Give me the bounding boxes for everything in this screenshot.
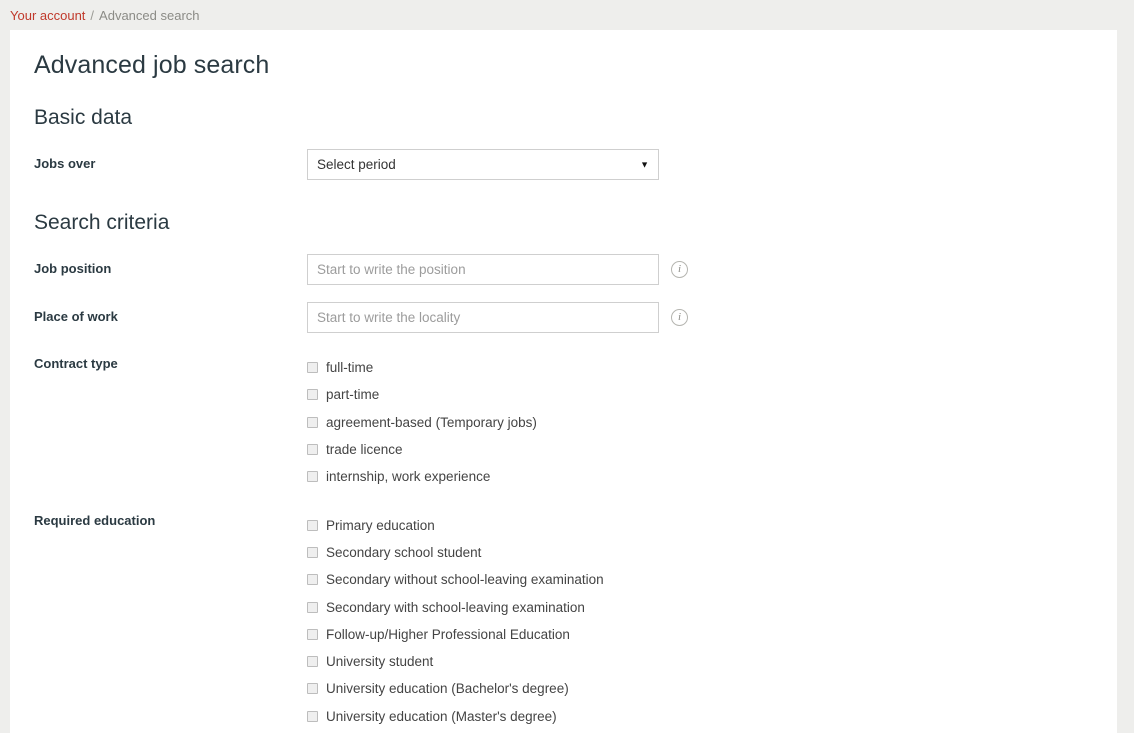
section-title-search-criteria: Search criteria [34, 211, 170, 234]
form-row-jobs-over: Jobs over Select period ▼ [34, 149, 1093, 180]
contract-type-option[interactable]: agreement-based (Temporary jobs) [307, 409, 537, 436]
label-required-education: Required education [34, 513, 156, 529]
page-title: Advanced job search [34, 51, 270, 79]
checkbox-icon[interactable] [307, 628, 318, 640]
checkbox-icon[interactable] [307, 444, 318, 456]
required-education-option[interactable]: Follow-up/Higher Professional Education [307, 621, 604, 648]
chevron-down-icon: ▼ [640, 159, 649, 169]
required-education-option-label: University education (Bachelor's degree) [326, 681, 569, 697]
control-job-position: i [307, 254, 688, 285]
required-education-option-label: Secondary without school-leaving examina… [326, 572, 604, 588]
job-position-input[interactable] [307, 254, 659, 285]
required-education-option-label: Follow-up/Higher Professional Education [326, 626, 570, 642]
contract-type-option-label: internship, work experience [326, 469, 491, 485]
required-education-option[interactable]: Primary education [307, 511, 604, 538]
required-education-option-label: Primary education [326, 517, 435, 533]
checkbox-icon[interactable] [307, 656, 318, 668]
checkbox-icon[interactable] [307, 546, 318, 558]
required-education-option[interactable]: University education (Bachelor's degree) [307, 675, 604, 702]
checkbox-icon[interactable] [307, 574, 318, 586]
breadcrumb-separator: / [90, 7, 95, 23]
breadcrumb-link-your-account[interactable]: Your account [10, 8, 85, 23]
required-education-option-label: University education (Master's degree) [326, 708, 557, 724]
required-education-option[interactable]: Secondary school student [307, 539, 604, 566]
checkbox-icon[interactable] [307, 519, 318, 531]
contract-type-option-label: trade licence [326, 442, 403, 458]
jobs-over-select-value: Select period [317, 157, 396, 172]
breadcrumb: Your account / Advanced search [0, 0, 1134, 30]
control-place-of-work: i [307, 302, 688, 333]
checkbox-icon[interactable] [307, 710, 318, 722]
checkbox-icon[interactable] [307, 471, 318, 483]
breadcrumb-current-page: Advanced search [99, 7, 200, 23]
checkbox-icon[interactable] [307, 362, 318, 374]
required-education-checkbox-group: Primary education Secondary school studen… [307, 511, 604, 733]
contract-type-option[interactable]: internship, work experience [307, 463, 537, 490]
checkbox-icon[interactable] [307, 416, 318, 428]
contract-type-option[interactable]: full-time [307, 354, 537, 381]
checkbox-icon[interactable] [307, 683, 318, 695]
required-education-option[interactable]: Secondary with school-leaving examinatio… [307, 593, 604, 620]
info-circle-icon-place-of-work[interactable]: i [671, 309, 688, 326]
form-row-place-of-work: Place of work i [34, 302, 1093, 333]
info-circle-icon-job-position[interactable]: i [671, 261, 688, 278]
checkbox-icon[interactable] [307, 601, 318, 613]
contract-type-option-label: agreement-based (Temporary jobs) [326, 414, 537, 430]
required-education-option-label: University student [326, 654, 434, 670]
required-education-option[interactable]: Secondary without school-leaving examina… [307, 566, 604, 593]
content-card: Advanced job search Basic data Jobs over… [10, 30, 1117, 733]
label-job-position: Job position [34, 261, 112, 276]
label-place-of-work: Place of work [34, 309, 118, 324]
contract-type-option-label: full-time [326, 360, 374, 376]
contract-type-option-label: part-time [326, 387, 380, 403]
required-education-option[interactable]: University student [307, 648, 604, 675]
form-row-contract-type: Contract type full-time part-time agreemen… [34, 354, 1093, 490]
form-row-required-education: Required education Primary education Seco… [34, 511, 1093, 733]
form-row-job-position: Job position i [34, 254, 1093, 285]
required-education-option[interactable]: University education (Master's degree) [307, 703, 604, 730]
place-of-work-input[interactable] [307, 302, 659, 333]
label-contract-type: Contract type [34, 356, 118, 371]
required-education-option-label: Secondary with school-leaving examinatio… [326, 599, 585, 615]
label-jobs-over: Jobs over [34, 156, 96, 171]
section-title-basic-data: Basic data [34, 106, 133, 129]
control-jobs-over: Select period ▼ [307, 149, 659, 180]
checkbox-icon[interactable] [307, 389, 318, 401]
jobs-over-select[interactable]: Select period ▼ [307, 149, 659, 180]
contract-type-checkbox-group: full-time part-time agreement-based (Tempo… [307, 354, 537, 490]
required-education-option-label: Secondary school student [326, 544, 482, 560]
contract-type-option[interactable]: part-time [307, 381, 537, 408]
contract-type-option[interactable]: trade licence [307, 436, 537, 463]
